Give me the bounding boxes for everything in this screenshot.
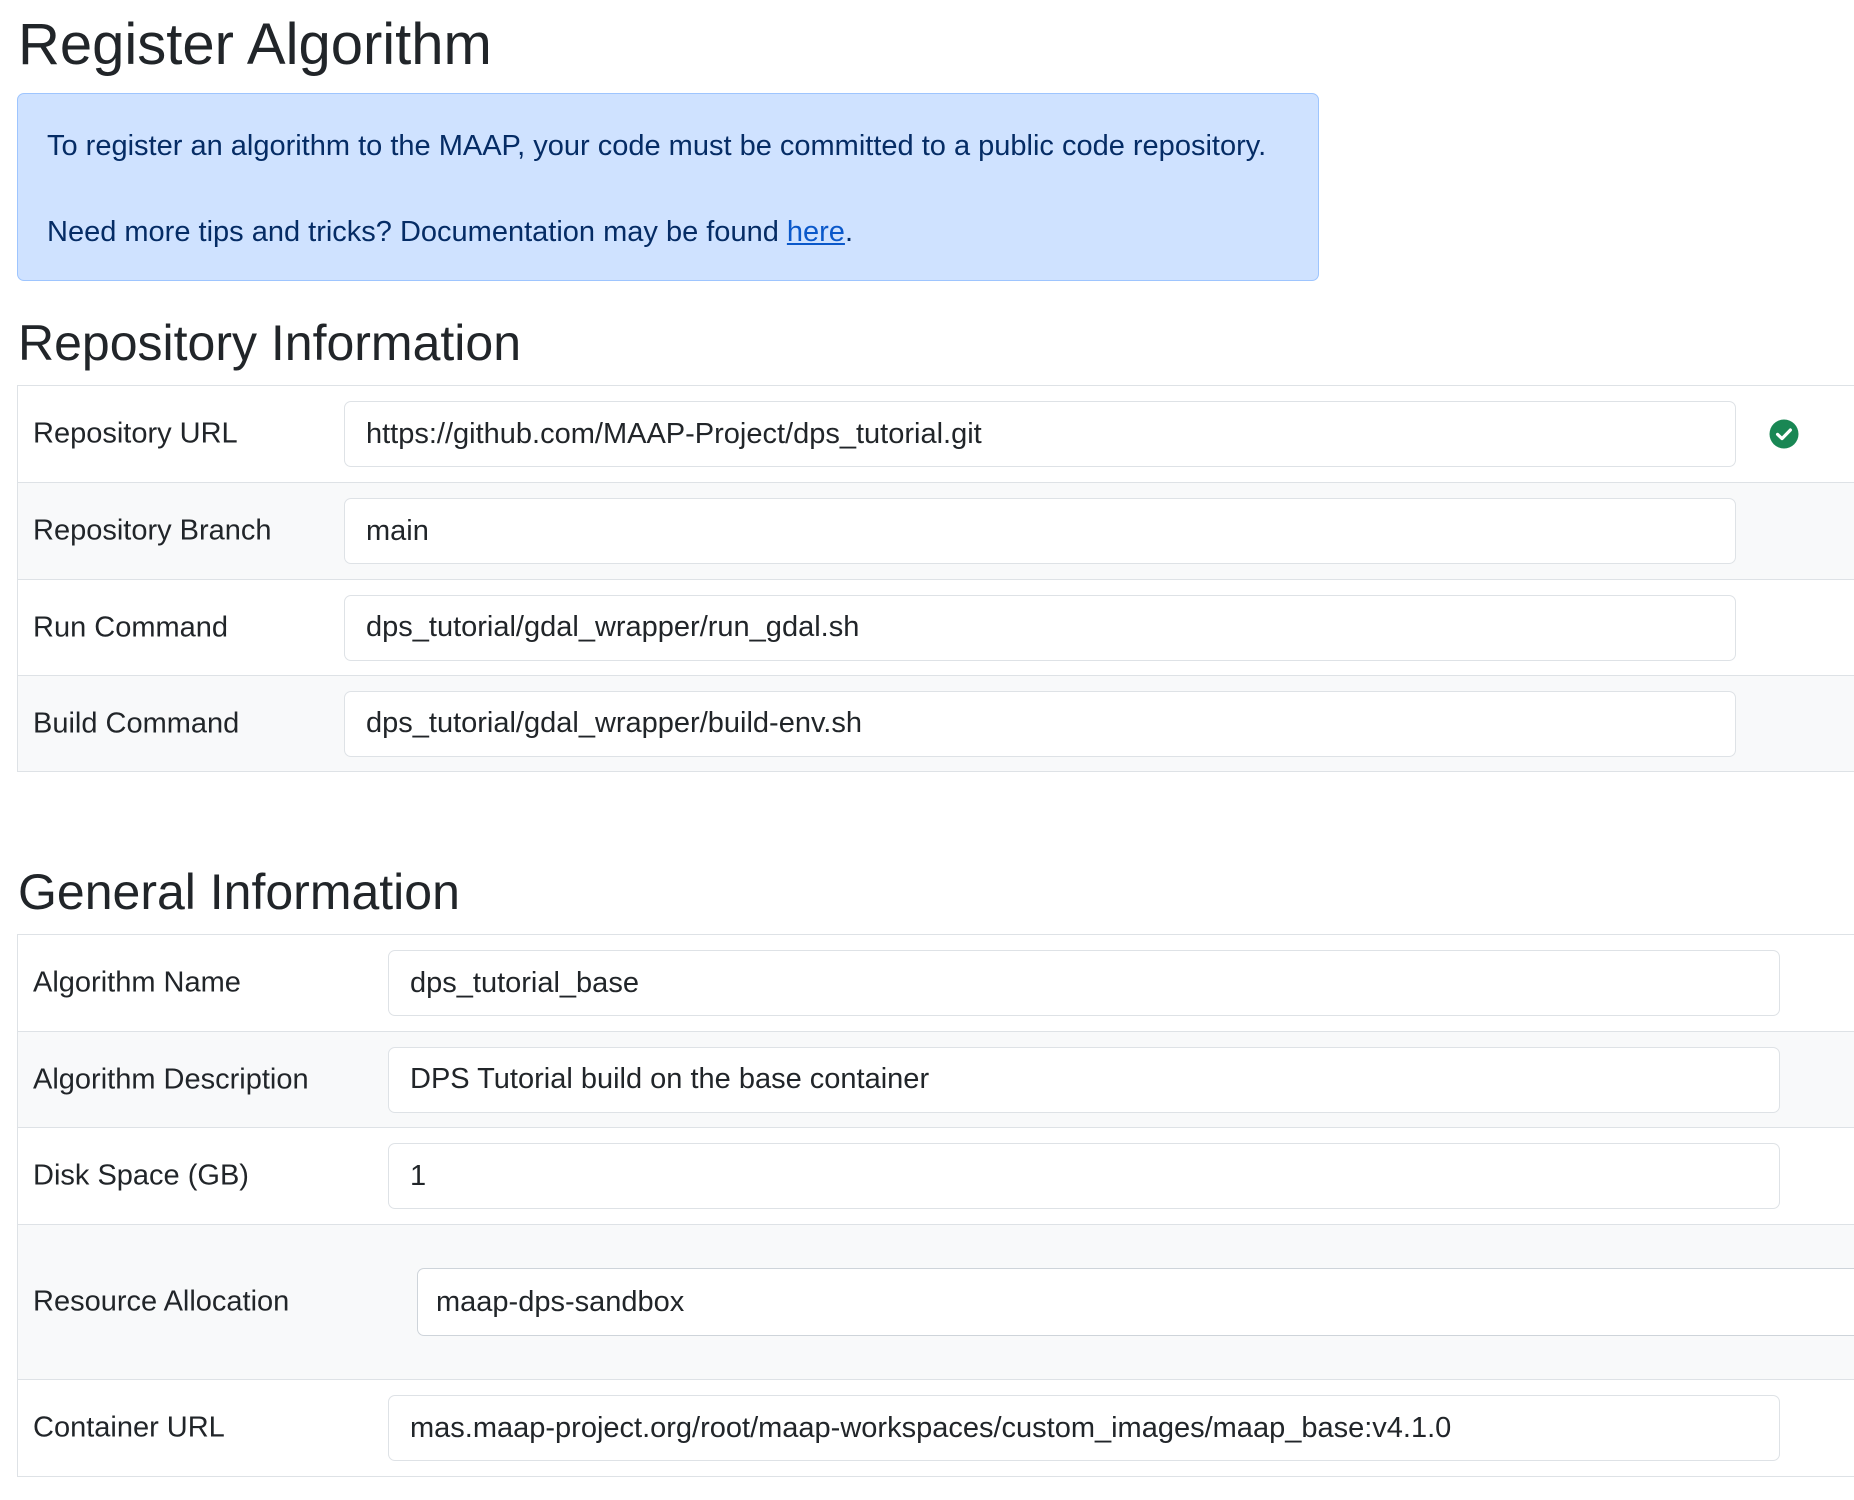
disk-space-label: Disk Space (GB) bbox=[33, 1159, 249, 1192]
alert-message: To register an algorithm to the MAAP, yo… bbox=[47, 130, 1267, 162]
build-command-input[interactable] bbox=[344, 690, 1736, 757]
page-title: Register Algorithm bbox=[18, 12, 492, 77]
algorithm-description-label: Algorithm Description bbox=[33, 1063, 309, 1095]
resource-allocation-select[interactable]: maap-dps-sandbox bbox=[417, 1268, 1854, 1336]
repository-url-row: Repository URL bbox=[18, 386, 1854, 483]
algorithm-description-input[interactable] bbox=[388, 1046, 1780, 1113]
container-url-label: Container URL bbox=[33, 1411, 225, 1444]
build-command-label: Build Command bbox=[33, 707, 240, 739]
repository-url-input[interactable] bbox=[344, 401, 1736, 467]
run-command-input[interactable] bbox=[344, 594, 1736, 661]
resource-allocation-label: Resource Allocation bbox=[33, 1285, 290, 1318]
info-alert: To register an algorithm to the MAAP, yo… bbox=[17, 93, 1319, 281]
alert-docs-suffix: . bbox=[844, 216, 853, 248]
container-url-input[interactable] bbox=[388, 1395, 1780, 1461]
resource-allocation-row: Resource Allocation maap-dps-sandbox bbox=[18, 1225, 1854, 1380]
repository-url-label: Repository URL bbox=[33, 417, 238, 450]
run-command-label: Run Command bbox=[33, 611, 229, 643]
check-circle-icon bbox=[1769, 419, 1799, 449]
general-section-title: General Information bbox=[18, 864, 460, 920]
repository-branch-label: Repository Branch bbox=[33, 514, 272, 547]
repository-section-title: Repository Information bbox=[18, 315, 522, 371]
container-url-row: Container URL bbox=[18, 1380, 1854, 1477]
disk-space-row: Disk Space (GB) bbox=[18, 1128, 1854, 1225]
algorithm-name-input[interactable] bbox=[388, 950, 1780, 1016]
algorithm-name-label: Algorithm Name bbox=[33, 966, 241, 999]
run-command-row: Run Command bbox=[18, 580, 1854, 676]
repository-branch-input[interactable] bbox=[344, 498, 1736, 564]
repository-branch-row: Repository Branch bbox=[18, 483, 1854, 580]
documentation-link[interactable]: here bbox=[787, 216, 845, 248]
build-command-row: Build Command bbox=[18, 676, 1854, 772]
disk-space-input[interactable] bbox=[388, 1143, 1780, 1209]
algorithm-name-row: Algorithm Name bbox=[18, 935, 1854, 1032]
alert-docs-text: Need more tips and tricks? Documentation… bbox=[47, 216, 787, 248]
general-form: Algorithm Name Algorithm Description Dis… bbox=[17, 934, 1854, 1477]
alert-docs-message: Need more tips and tricks? Documentation… bbox=[47, 214, 853, 250]
algorithm-description-row: Algorithm Description bbox=[18, 1032, 1854, 1128]
repository-form: Repository URL Repository Branch Run Com… bbox=[17, 385, 1854, 772]
